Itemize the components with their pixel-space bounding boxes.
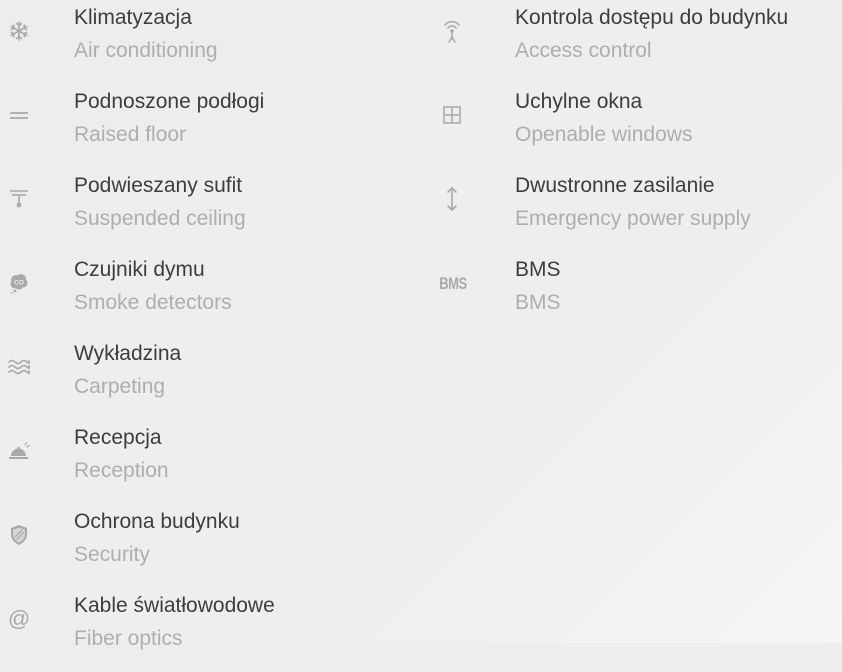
feature-label: Ochrona budynku	[74, 510, 240, 533]
carpet-waves-icon	[8, 356, 30, 378]
feature-suspended-ceiling: Podwieszany sufit Suspended ceiling	[0, 168, 400, 252]
feature-sublabel: Openable windows	[515, 123, 693, 146]
shield-icon	[8, 524, 30, 546]
feature-label: Kontrola dostępu do budynku	[515, 6, 789, 29]
feature-smoke-detectors: CO Czujniki dymu Smoke detectors	[0, 252, 400, 336]
at-sign-icon: @	[7, 606, 31, 631]
reception-bell-icon	[8, 440, 30, 462]
feature-sublabel: Smoke detectors	[74, 291, 232, 314]
feature-reception: Recepcja Reception	[0, 420, 400, 504]
bms-icon: BMS	[439, 273, 467, 293]
feature-carpeting: Wykładzina Carpeting	[0, 336, 400, 420]
svg-text:CO: CO	[14, 280, 24, 287]
feature-label: Dwustronne zasilanie	[515, 174, 715, 197]
feature-sublabel: Raised floor	[74, 123, 187, 146]
feature-label: Czujniki dymu	[74, 258, 205, 281]
feature-label: Uchylne okna	[515, 90, 643, 113]
feature-sublabel: Security	[74, 543, 150, 566]
smoke-detector-icon: CO	[8, 272, 30, 294]
feature-bms: BMS BMS BMS	[425, 252, 842, 336]
feature-emergency-power: Dwustronne zasilanie Emergency power sup…	[425, 168, 842, 252]
feature-air-conditioning: Klimatyzacja Air conditioning	[0, 0, 400, 84]
features-list-left: Klimatyzacja Air conditioning Podnoszone…	[0, 0, 400, 672]
feature-raised-floor: Podnoszone podłogi Raised floor	[0, 84, 400, 168]
feature-label: Klimatyzacja	[74, 6, 192, 29]
suspended-ceiling-icon	[8, 188, 30, 210]
feature-sublabel: Emergency power supply	[515, 207, 751, 230]
feature-label: Wykładzina	[74, 342, 182, 365]
feature-label: Podnoszone podłogi	[74, 90, 265, 113]
feature-label: Recepcja	[74, 426, 162, 449]
feature-sublabel: Fiber optics	[74, 627, 183, 650]
feature-sublabel: Reception	[74, 459, 169, 482]
window-grid-icon	[441, 104, 463, 126]
feature-label: Podwieszany sufit	[74, 174, 243, 197]
feature-sublabel: Air conditioning	[74, 39, 218, 62]
feature-label: Kable światłowodowe	[74, 594, 275, 617]
up-down-arrow-icon	[441, 187, 463, 211]
features-list-right: Kontrola dostępu do budynku Access contr…	[425, 0, 842, 336]
access-antenna-icon	[441, 20, 463, 43]
feature-openable-windows: Uchylne okna Openable windows	[425, 84, 842, 168]
feature-label: BMS	[515, 258, 561, 281]
raised-floor-icon	[8, 104, 30, 126]
feature-sublabel: BMS	[515, 291, 561, 314]
feature-sublabel: Access control	[515, 39, 652, 62]
feature-sublabel: Suspended ceiling	[74, 207, 246, 230]
feature-fiber-optics: @ Kable światłowodowe Fiber optics	[0, 588, 400, 672]
snowflake-icon	[8, 20, 30, 42]
feature-access-control: Kontrola dostępu do budynku Access contr…	[425, 0, 842, 84]
feature-security: Ochrona budynku Security	[0, 504, 400, 588]
feature-sublabel: Carpeting	[74, 375, 166, 398]
